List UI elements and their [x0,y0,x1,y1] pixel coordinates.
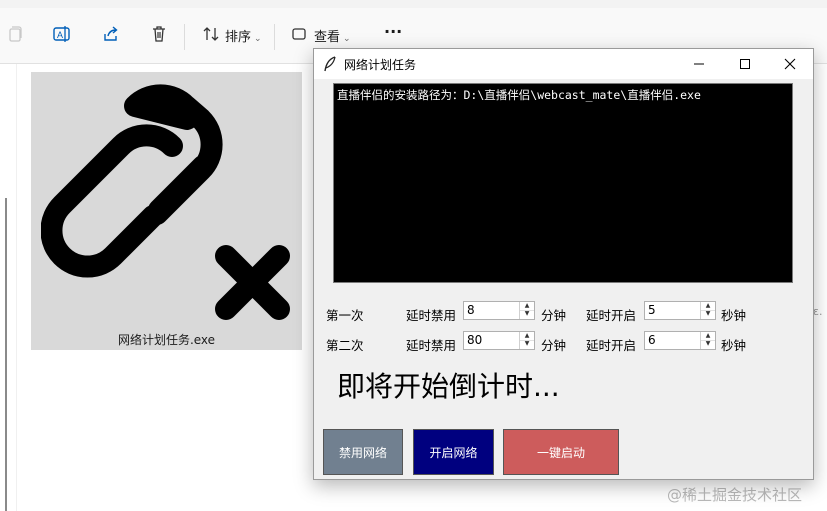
feather-icon [323,56,337,72]
stepper-value: 80 [467,333,483,347]
close-button[interactable] [767,49,813,79]
stepper-value: 6 [648,333,656,347]
file-item[interactable]: 网络计划任务.exe [31,72,302,350]
sort-icon[interactable] [199,22,223,46]
sort-label: 排序 [225,30,252,45]
toolbar-divider [184,24,185,50]
row-1-disable-delay-stepper[interactable]: 8 ▲ ▼ [463,301,535,320]
stepper-value: 5 [648,303,656,317]
watermark: @稀土掘金技术社区 [667,486,803,504]
stepper-arrows: ▲ ▼ [700,332,715,349]
clipped-text-edge: ε. [813,305,823,318]
stepper-arrows: ▲ ▼ [700,302,715,319]
stepper-down-icon[interactable]: ▼ [701,340,715,348]
row-2-enable-unit: 秒钟 [721,338,747,353]
broken-link-icon [41,84,290,320]
toolbar-divider [274,24,275,50]
rename-icon[interactable]: A [50,22,74,46]
delete-icon[interactable] [147,22,171,46]
share-icon[interactable] [99,22,123,46]
window-titlebar[interactable]: 网络计划任务 [314,49,813,79]
disable-network-button[interactable]: 禁用网络 [323,429,403,475]
navigation-pane-edge [0,64,17,511]
close-icon [784,58,796,70]
chevron-down-icon: ⌄ [254,34,262,44]
task-window: 网络计划任务 直播伴侣的安装路径为：D:\直播伴侣\webcast_mate\直… [313,48,814,480]
stepper-arrows: ▲ ▼ [519,302,534,319]
file-name: 网络计划任务.exe [117,333,216,347]
svg-text:A: A [57,30,63,40]
console-line: 直播伴侣的安装路径为：D:\直播伴侣\webcast_mate\直播伴侣.exe [337,88,701,102]
minimize-button[interactable] [676,49,722,79]
minimize-icon [694,63,704,65]
row-2-disable-delay-stepper[interactable]: 80 ▲ ▼ [463,331,535,350]
sort-button[interactable]: 排序 ⌄ [225,26,262,45]
stepper-down-icon[interactable]: ▼ [520,340,534,348]
row-1-enable-delay-stepper[interactable]: 5 ▲ ▼ [644,301,716,320]
one-click-start-button[interactable]: 一键启动 [503,429,619,475]
enable-network-button[interactable]: 开启网络 [413,429,494,475]
row-1-disable-label: 延时禁用 [406,308,457,323]
window-title: 网络计划任务 [344,58,417,72]
stepper-down-icon[interactable]: ▼ [701,310,715,318]
stepper-arrows: ▲ ▼ [519,332,534,349]
row-1-disable-unit: 分钟 [541,308,567,323]
row-2-enable-label: 延时开启 [586,338,637,353]
explorer-title-strip [0,0,827,8]
row-2-enable-delay-stepper[interactable]: 6 ▲ ▼ [644,331,716,350]
row-2-label: 第二次 [326,338,364,353]
view-button[interactable]: 查看 ⌄ [314,26,351,45]
maximize-button[interactable] [722,49,768,79]
scrollbar[interactable] [5,198,7,511]
chevron-down-icon: ⌄ [343,34,351,44]
row-2-disable-label: 延时禁用 [406,338,457,353]
copy-icon[interactable] [3,22,27,46]
view-icon[interactable] [287,22,311,46]
more-options-button[interactable]: ··· [384,22,402,41]
stepper-value: 8 [467,303,475,317]
row-1-enable-label: 延时开启 [586,308,637,323]
log-console[interactable]: 直播伴侣的安装路径为：D:\直播伴侣\webcast_mate\直播伴侣.exe [333,83,793,283]
view-label: 查看 [314,30,341,45]
row-1-label: 第一次 [326,308,364,323]
row-2-disable-unit: 分钟 [541,338,567,353]
maximize-icon [740,59,750,69]
stepper-down-icon[interactable]: ▼ [520,310,534,318]
row-1-enable-unit: 秒钟 [721,308,747,323]
countdown-status: 即将开始倒计时... [337,370,560,403]
